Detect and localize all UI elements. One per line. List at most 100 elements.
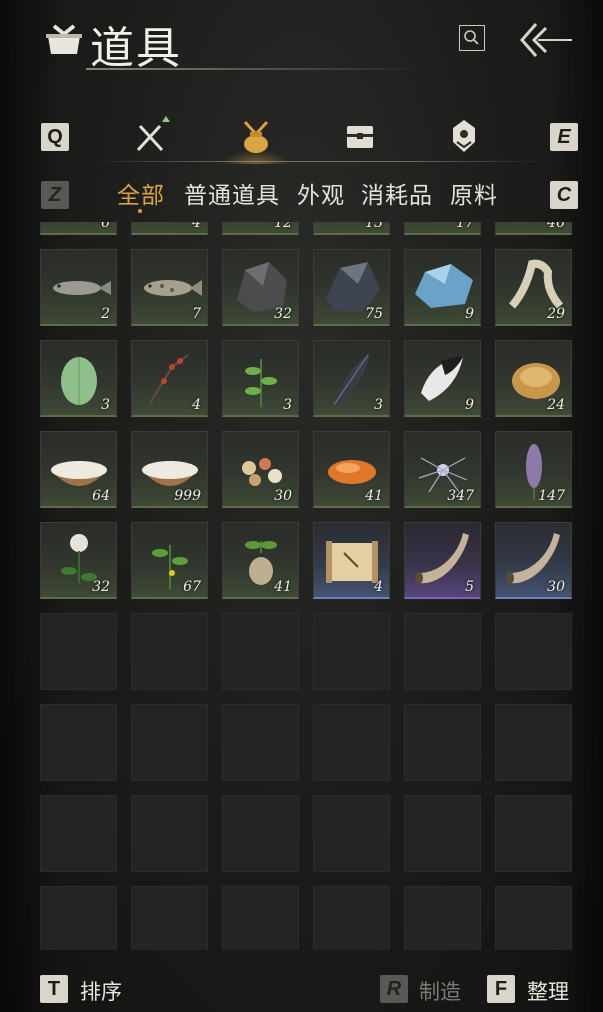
sort-key[interactable]: T: [40, 975, 68, 1003]
inventory-slot[interactable]: 347: [404, 431, 481, 508]
item-count: 4: [192, 397, 201, 413]
chest-icon: [347, 126, 373, 148]
prev-filter-key[interactable]: Z: [41, 181, 69, 209]
organize-key[interactable]: F: [487, 975, 515, 1003]
category-tabs: [0, 112, 603, 164]
empty-slot[interactable]: [222, 613, 299, 690]
inventory-slot[interactable]: 30: [495, 522, 572, 599]
empty-slot[interactable]: [313, 886, 390, 950]
inventory-slot[interactable]: 32: [40, 522, 117, 599]
empty-slot[interactable]: [131, 613, 208, 690]
inventory-grid[interactable]: 6 4 12 13 17 46 2 7 32 75 9 29 3 4 3 3 9 24 64 999 30 41 347 14…: [40, 222, 576, 950]
item-count: 46: [547, 222, 565, 231]
inventory-slot[interactable]: 75: [313, 249, 390, 326]
item-count: 9: [465, 306, 474, 322]
inventory-slot[interactable]: 2: [40, 249, 117, 326]
inventory-slot[interactable]: 64: [40, 431, 117, 508]
inventory-slot[interactable]: 4: [131, 222, 208, 235]
item-count: 3: [374, 397, 383, 413]
active-filter-indicator: [138, 209, 142, 213]
inventory-slot[interactable]: 5: [404, 522, 481, 599]
item-count: 67: [183, 579, 201, 595]
item-count: 64: [92, 488, 110, 504]
empty-slot[interactable]: [131, 704, 208, 781]
crossed-swords-icon: [136, 116, 170, 152]
inventory-slot[interactable]: 41: [222, 522, 299, 599]
item-count: 7: [192, 306, 201, 322]
item-count: 6: [101, 222, 110, 231]
search-icon: [464, 30, 479, 45]
item-count: 5: [465, 579, 474, 595]
empty-slot[interactable]: [404, 886, 481, 950]
inventory-slot[interactable]: 4: [131, 340, 208, 417]
empty-slot[interactable]: [40, 795, 117, 872]
tab-quest[interactable]: [439, 112, 489, 162]
item-count: 2: [101, 306, 110, 322]
tab-divider: [86, 161, 546, 162]
empty-slot[interactable]: [495, 613, 572, 690]
filter-appearance[interactable]: 外观: [297, 176, 345, 210]
inventory-slot[interactable]: 3: [222, 340, 299, 417]
inventory-slot[interactable]: 17: [404, 222, 481, 235]
empty-slot[interactable]: [40, 613, 117, 690]
inventory-slot[interactable]: 4: [313, 522, 390, 599]
inventory-slot[interactable]: 3: [313, 340, 390, 417]
inventory-slot[interactable]: 9: [404, 340, 481, 417]
empty-slot[interactable]: [404, 795, 481, 872]
inventory-slot[interactable]: 30: [222, 431, 299, 508]
item-count: 41: [365, 488, 383, 504]
inventory-slot[interactable]: 12: [222, 222, 299, 235]
inventory-slot[interactable]: 6: [40, 222, 117, 235]
empty-slot[interactable]: [313, 704, 390, 781]
empty-slot[interactable]: [313, 795, 390, 872]
empty-slot[interactable]: [40, 886, 117, 950]
inventory-slot[interactable]: 24: [495, 340, 572, 417]
craft-label[interactable]: 制造: [419, 976, 461, 1006]
empty-slot[interactable]: [222, 795, 299, 872]
next-filter-key[interactable]: C: [550, 181, 578, 209]
item-count: 347: [447, 488, 474, 504]
filter-normal-items[interactable]: 普通道具: [184, 176, 280, 210]
empty-slot[interactable]: [404, 704, 481, 781]
item-count: 30: [274, 488, 292, 504]
filter-consumables[interactable]: 消耗品: [361, 176, 433, 210]
filter-materials[interactable]: 原料: [450, 176, 498, 210]
tab-equipment[interactable]: [128, 112, 178, 162]
inventory-slot[interactable]: 29: [495, 249, 572, 326]
item-count: 4: [192, 222, 201, 231]
inventory-slot[interactable]: 147: [495, 431, 572, 508]
item-count: 3: [283, 397, 292, 413]
tab-storage[interactable]: [335, 112, 385, 162]
item-count: 30: [547, 579, 565, 595]
inventory-slot[interactable]: 46: [495, 222, 572, 235]
inventory-slot[interactable]: 3: [40, 340, 117, 417]
empty-slot[interactable]: [404, 613, 481, 690]
item-count: 32: [92, 579, 110, 595]
header: 道具: [0, 0, 603, 80]
empty-slot[interactable]: [131, 795, 208, 872]
inventory-slot[interactable]: 13: [313, 222, 390, 235]
inventory-slot[interactable]: 999: [131, 431, 208, 508]
empty-slot[interactable]: [495, 886, 572, 950]
inventory-slot[interactable]: 41: [313, 431, 390, 508]
empty-slot[interactable]: [222, 704, 299, 781]
empty-slot[interactable]: [313, 613, 390, 690]
empty-slot[interactable]: [495, 795, 572, 872]
sort-label[interactable]: 排序: [80, 976, 122, 1006]
back-button[interactable]: [516, 20, 576, 60]
item-count: 13: [365, 222, 383, 231]
empty-slot[interactable]: [40, 704, 117, 781]
search-button[interactable]: [459, 25, 485, 51]
craft-key[interactable]: R: [380, 975, 408, 1003]
empty-slot[interactable]: [495, 704, 572, 781]
empty-slot[interactable]: [131, 886, 208, 950]
filter-all[interactable]: 全部: [117, 176, 165, 210]
organize-label[interactable]: 整理: [527, 976, 569, 1006]
inventory-slot[interactable]: 67: [131, 522, 208, 599]
inventory-slot[interactable]: 32: [222, 249, 299, 326]
item-count: 999: [174, 488, 201, 504]
empty-slot[interactable]: [222, 886, 299, 950]
item-count: 29: [547, 306, 565, 322]
inventory-slot[interactable]: 9: [404, 249, 481, 326]
inventory-slot[interactable]: 7: [131, 249, 208, 326]
